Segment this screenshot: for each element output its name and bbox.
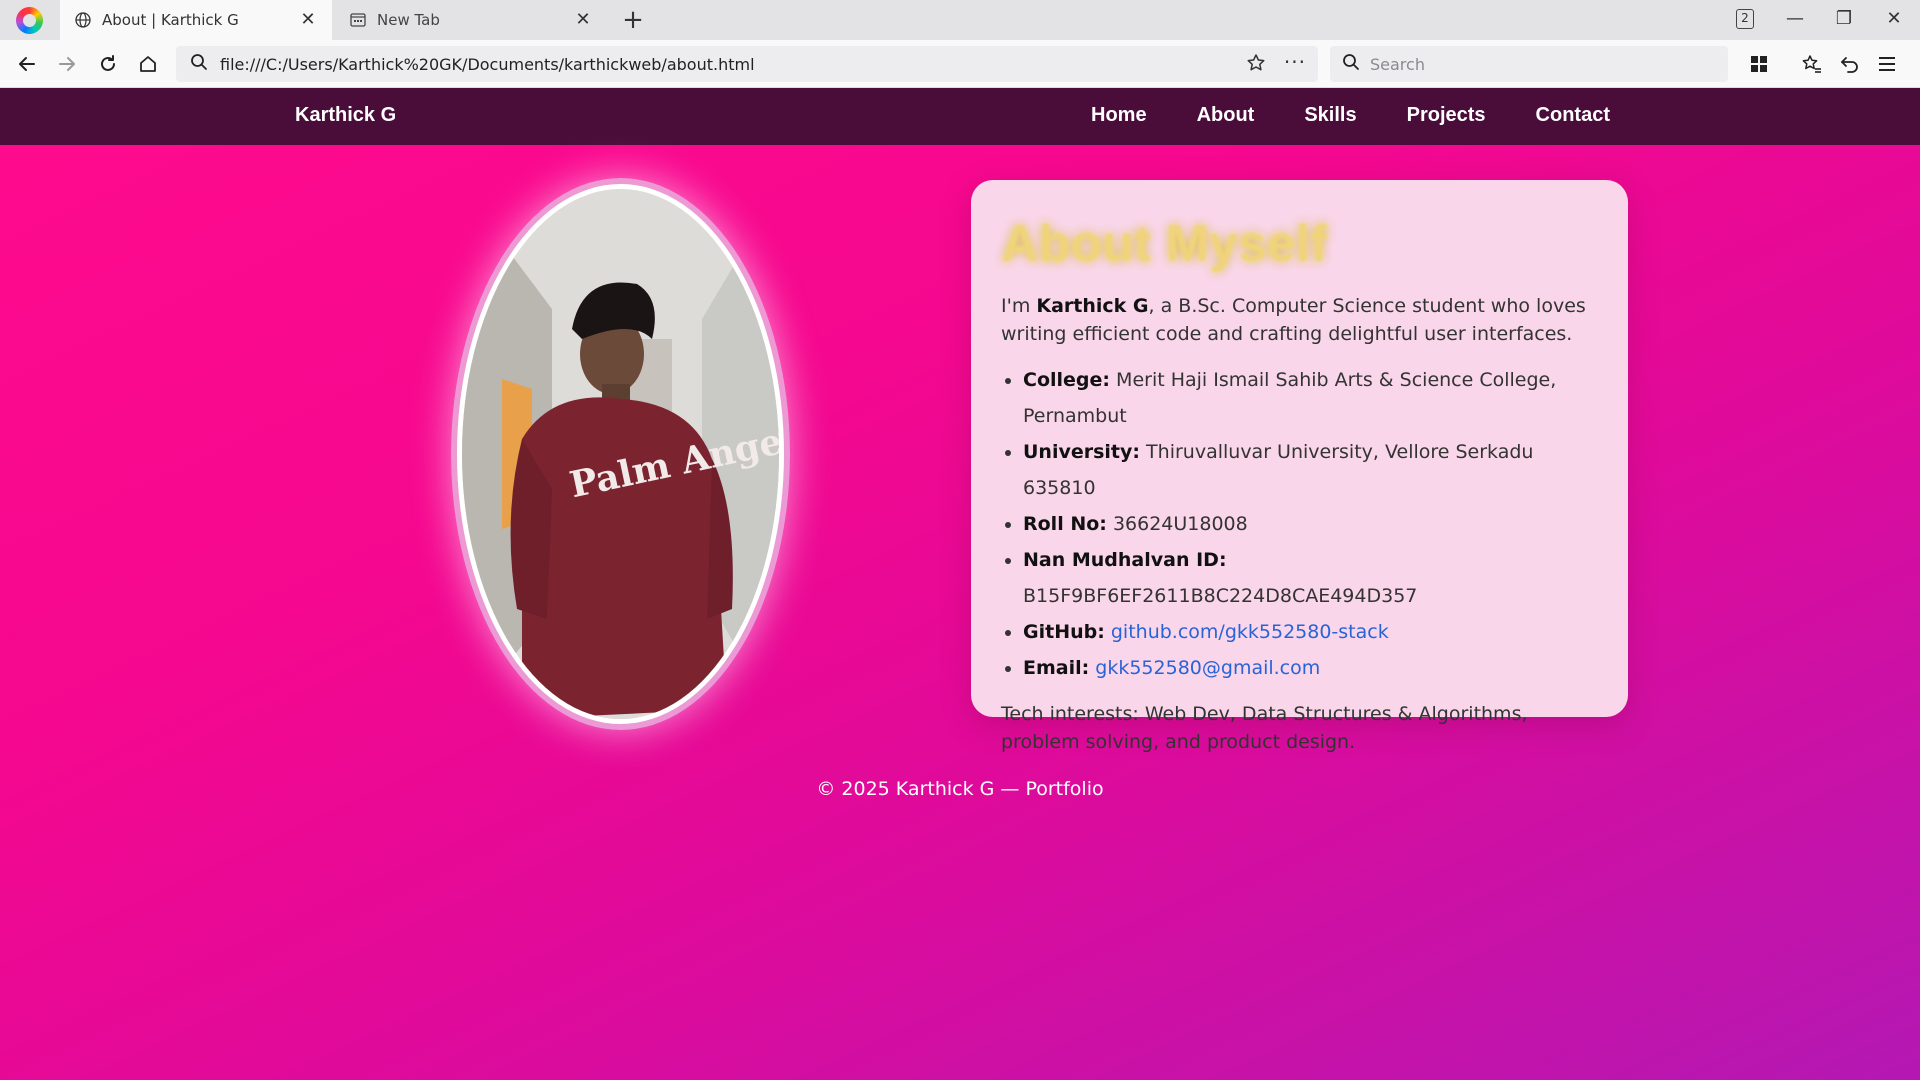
detail-label: College: [1023,369,1110,391]
nav-link-about[interactable]: About [1197,104,1255,127]
menu-hamburger-icon[interactable] [1872,49,1902,79]
list-item-github: GitHub: github.com/gkk552580-stack [1023,614,1598,650]
site-brand[interactable]: Karthick G [295,104,396,127]
browser-logo-icon[interactable] [16,7,43,34]
minimize-icon[interactable]: — [1775,4,1815,34]
browser-toolbar: file:///C:/Users/Karthick%20GK/Documents… [0,40,1920,88]
close-icon[interactable]: ✕ [298,10,318,30]
list-item-university: University: Thiruvalluvar University, Ve… [1023,434,1598,506]
site-nav: Home About Skills Projects Contact [1091,104,1610,127]
nav-link-skills[interactable]: Skills [1304,104,1356,127]
search-input[interactable] [1370,54,1710,74]
apps-grid-icon[interactable] [1744,49,1774,79]
nav-link-contact[interactable]: Contact [1536,104,1610,127]
more-actions-icon[interactable]: ··· [1284,50,1306,74]
list-item-nan-mudhalvan: Nan Mudhalvan ID: B15F9BF6EF2611B8C224D8… [1023,542,1598,614]
about-card: About Myself I'm Karthick G, a B.Sc. Com… [971,180,1628,753]
globe-icon [74,11,92,29]
url-text[interactable]: file:///C:/Users/Karthick%20GK/Documents… [220,55,755,74]
about-intro: I'm Karthick G, a B.Sc. Computer Science… [1001,292,1598,348]
intro-name: Karthick G [1036,295,1149,317]
about-title: About Myself [1001,215,1328,273]
detail-label: Nan Mudhalvan ID: [1023,549,1227,571]
back-arrow-icon[interactable] [12,49,42,79]
reload-icon[interactable] [93,49,123,79]
detail-label: University: [1023,441,1140,463]
bookmark-star-icon[interactable] [1246,53,1266,77]
about-details-list: College: Merit Haji Ismail Sahib Arts & … [1001,362,1598,686]
intro-prefix: I'm [1001,295,1037,317]
tab-count-badge[interactable]: 2 [1736,9,1754,29]
github-link[interactable]: github.com/gkk552580-stack [1111,621,1389,643]
tab-new-tab[interactable]: New Tab ✕ [335,0,607,40]
detail-value: 36624U18008 [1112,513,1248,535]
page-viewport: Karthick G Home About Skills Projects Co… [0,88,1920,1080]
nav-link-home[interactable]: Home [1091,104,1147,127]
list-item-email: Email: gkk552580@gmail.com [1023,650,1598,686]
search-icon [190,53,208,75]
detail-label: GitHub: [1023,621,1105,643]
tab-bar: About | Karthick G ✕ New Tab ✕ + 2 — ❐ ✕ [0,0,1920,40]
new-tab-plus-icon[interactable]: + [618,5,648,35]
list-item-college: College: Merit Haji Ismail Sahib Arts & … [1023,362,1598,434]
list-item-roll-no: Roll No: 36624U18008 [1023,506,1598,542]
favorites-icon[interactable] [1797,49,1827,79]
search-bar[interactable] [1330,46,1728,82]
newtab-icon [349,11,367,29]
detail-value: B15F9BF6EF2611B8C224D8CAE494D357 [1023,585,1418,607]
email-link[interactable]: gkk552580@gmail.com [1095,657,1320,679]
profile-photo: Palm Angels [457,184,784,724]
site-footer: © 2025 Karthick G — Portfolio [816,778,1104,800]
search-icon [1342,53,1360,75]
close-icon[interactable]: ✕ [573,10,593,30]
tab-label: About | Karthick G [102,11,239,29]
profile-photo-frame: Palm Angels [451,178,790,730]
window-close-icon[interactable]: ✕ [1874,4,1914,34]
tab-label: New Tab [377,11,440,29]
address-bar[interactable]: file:///C:/Users/Karthick%20GK/Documents… [176,46,1318,82]
home-icon[interactable] [133,49,163,79]
forward-arrow-icon[interactable] [52,49,82,79]
tab-about[interactable]: About | Karthick G ✕ [60,0,332,40]
nav-link-projects[interactable]: Projects [1407,104,1486,127]
detail-label: Roll No: [1023,513,1107,535]
site-header: Karthick G Home About Skills Projects Co… [0,88,1920,145]
detail-label: Email: [1023,657,1090,679]
restore-icon[interactable]: ❐ [1824,4,1864,34]
undo-icon[interactable] [1835,49,1865,79]
about-outro: Tech interests: Web Dev, Data Structures… [1001,703,1528,753]
